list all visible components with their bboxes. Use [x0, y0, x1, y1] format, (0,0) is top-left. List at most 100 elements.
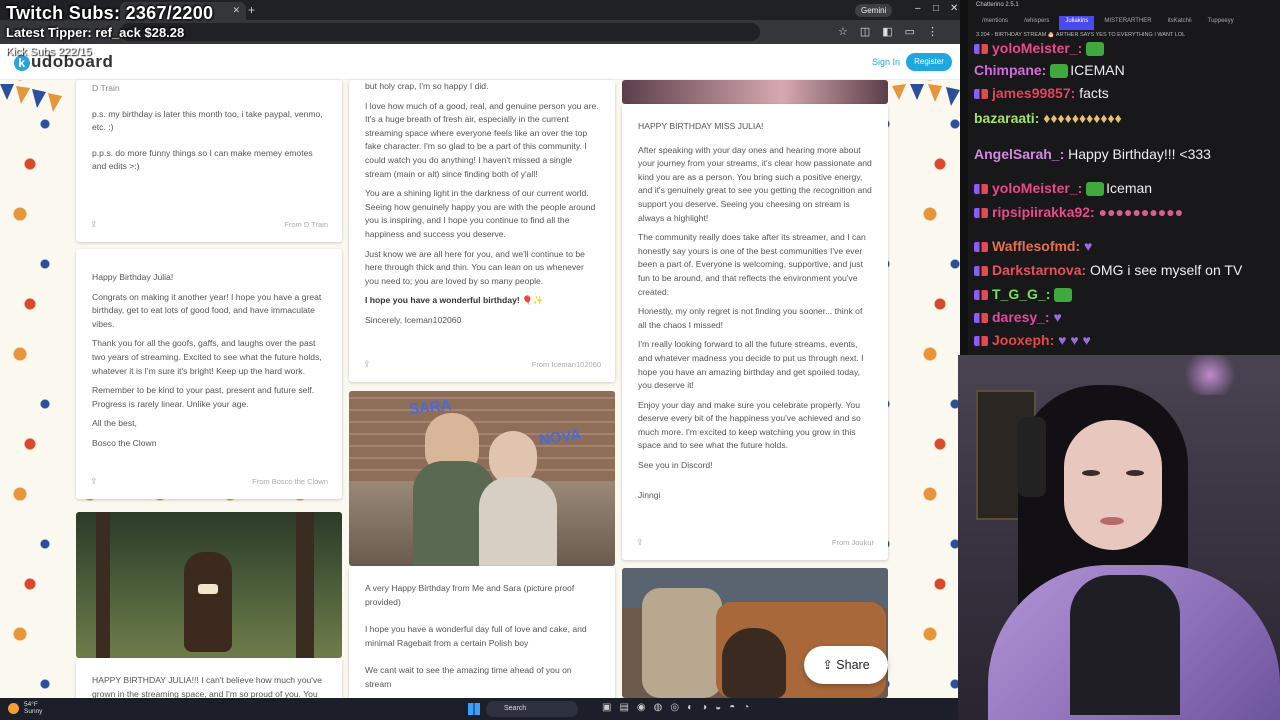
chat-username[interactable]: james99857:	[992, 85, 1075, 101]
register-button[interactable]: Register	[906, 53, 952, 71]
share-post-icon[interactable]: ⇪	[363, 358, 371, 372]
card-text: I love how much of a good, real, and gen…	[365, 100, 599, 179]
headset-icon	[1018, 417, 1046, 497]
chat-username[interactable]: T_G_G_:	[992, 286, 1050, 302]
weather-condition: Sunny	[24, 708, 43, 715]
chat-username[interactable]: Darkstarnova:	[992, 262, 1086, 278]
chat-username[interactable]: yoloMeister_:	[992, 40, 1082, 56]
card-text: The community really does take after its…	[638, 232, 866, 297]
card-text: Jinngi	[638, 489, 661, 500]
webcam-feed	[958, 355, 1280, 720]
maximize-button[interactable]: □	[933, 3, 939, 14]
w-emote-icon	[1050, 64, 1069, 79]
chat-username[interactable]: Jooxeph:	[992, 332, 1054, 348]
card-text: Honestly, my only regret is not finding …	[638, 306, 863, 330]
card-text: Just know we are all here for you, and w…	[365, 248, 585, 286]
card-text: I'm really looking forward to all the fu…	[638, 339, 864, 391]
chat-text: facts	[1079, 85, 1109, 101]
chat-tab[interactable]: /mentions	[976, 16, 1014, 30]
twitch-subs-goal: Twitch Subs: 2367/2200	[6, 3, 214, 23]
chat-message: yoloMeister_: Iceman	[974, 180, 1152, 197]
latest-tipper: Latest Tipper: ref_ack $28.28	[6, 25, 185, 40]
lamp-glow	[1180, 355, 1240, 395]
chat-username[interactable]: yoloMeister_:	[992, 180, 1082, 196]
streamer-lips	[1100, 517, 1124, 525]
chat-tabs: /mentions /whispers Juliakins MISTERARTH…	[976, 16, 1280, 30]
kudo-card-dtrain: D Train p.s. my birthday is later this m…	[76, 80, 342, 242]
chat-username[interactable]: ripsipiirakka92:	[992, 204, 1095, 220]
chat-message: Darkstarnova: OMG i see myself on TV	[974, 262, 1242, 278]
user-badges-icon	[974, 290, 988, 301]
chat-text: ICEMAN	[1070, 62, 1125, 78]
windows-start-icon[interactable]	[468, 703, 480, 715]
card-text: Enjoy your day and make sure you celebra…	[638, 399, 861, 451]
kudoboard-page: k udoboard Sign In Register D Train p.s. …	[0, 44, 960, 698]
kudo-card-bigfoot: HAPPY BIRTHDAY JULIA!!! I can't believe …	[76, 658, 342, 698]
weather-temp: 54°F	[24, 701, 38, 708]
chat-tab[interactable]: /whispers	[1018, 16, 1055, 30]
site-header: k udoboard Sign In Register	[0, 44, 960, 80]
new-tab-icon[interactable]: +	[248, 3, 255, 17]
user-badges-icon	[974, 208, 988, 219]
share-button[interactable]: ⇪ Share	[804, 646, 888, 684]
url-input[interactable]	[120, 23, 760, 41]
bigfoot-photo	[76, 512, 342, 658]
chat-panel: Chatterino 2.5.1 /mentions /whispers Jul…	[968, 0, 1280, 355]
weather-widget[interactable]: 54°F Sunny	[24, 701, 42, 715]
chat-message: Chimpane: ICEMAN	[974, 62, 1125, 79]
chat-username[interactable]: Wafflesofmd:	[992, 238, 1080, 254]
chat-tab[interactable]: itsKatchii	[1162, 16, 1198, 30]
kudo-card-bosco: Happy Birthday Julia! Congrats on making…	[76, 249, 342, 499]
chat-username[interactable]: daresy_:	[992, 309, 1050, 325]
close-tab-icon[interactable]: ✕	[232, 5, 240, 16]
dance-emotes-icon: ♦♦♦♦♦♦♦♦♦♦♦	[1043, 110, 1122, 126]
card-text: D Train	[92, 83, 120, 93]
card-text: HAPPY BIRTHDAY JULIA!!! I can't believe …	[92, 675, 323, 698]
chat-message: AngelSarah_: Happy Birthday!!! <333	[974, 146, 1211, 162]
chat-text: OMG i see myself on TV	[1090, 262, 1243, 278]
share-post-icon[interactable]: ⇪	[90, 475, 98, 489]
card-text: Happy Birthday Julia!	[92, 272, 174, 282]
chat-tab[interactable]: MISTERARTHER	[1098, 16, 1157, 30]
chat-tab-active[interactable]: Juliakins	[1059, 16, 1095, 30]
toolbar-icons[interactable]: ☆◫◧▭⋮	[838, 25, 950, 38]
streamer-eye	[1126, 470, 1144, 476]
card-from: From Bosco the Clown	[252, 477, 328, 487]
screen: ✕ + Gemini – □ ✕ ☆◫◧▭⋮ k udoboard Sign I…	[0, 0, 1280, 720]
card-text: After speaking with your day ones and he…	[638, 144, 872, 223]
share-post-icon[interactable]: ⇪	[90, 218, 98, 232]
card-from: From Iceman102060	[531, 360, 601, 370]
user-badges-icon	[974, 89, 988, 100]
taskbar-app-icons[interactable]: ▣▤◉◍◎◐◑◒◓◔	[602, 702, 757, 713]
card-text: I hope you have a wonderful birthday! 🎈✨	[365, 295, 544, 306]
card-text: but holy crap, I'm so happy I did.	[365, 81, 489, 91]
chat-username[interactable]: Chimpane:	[974, 62, 1046, 78]
close-window-button[interactable]: ✕	[950, 3, 958, 14]
card-text: A very Happy Birthday from Me and Sara (…	[365, 583, 575, 607]
windows-taskbar: 54°F Sunny Search ▣▤◉◍◎◐◑◒◓◔	[0, 698, 960, 720]
share-post-icon[interactable]: ⇪	[636, 536, 644, 550]
chat-message: Jooxeph: ♥ ♥ ♥	[974, 332, 1091, 348]
card-text: Bosco the Clown	[92, 437, 157, 448]
chat-username[interactable]: bazaraati:	[974, 110, 1039, 126]
share-label: Share	[836, 658, 870, 672]
chat-message: ripsipiirakka92: ●●●●●●●●●●	[974, 204, 1183, 220]
card-from: From Joukur	[831, 538, 874, 548]
heart-emote-icon: ♥	[1084, 238, 1093, 254]
card-from: From D Train	[284, 220, 328, 230]
share-icon: ⇪	[822, 658, 837, 672]
chat-tab[interactable]: Tuppeeyy	[1202, 16, 1240, 30]
minimize-button[interactable]: –	[915, 3, 921, 14]
chat-username[interactable]: AngelSarah_:	[974, 146, 1064, 162]
chat-message: bazaraati: ♦♦♦♦♦♦♦♦♦♦♦	[974, 110, 1122, 126]
card-text: See you in Discord!	[638, 460, 713, 471]
user-badges-icon	[974, 336, 988, 347]
signin-link[interactable]: Sign In	[872, 57, 900, 67]
gemini-button[interactable]: Gemini	[855, 4, 893, 17]
browser-window: ✕ + Gemini – □ ✕ ☆◫◧▭⋮ k udoboard Sign I…	[0, 0, 960, 698]
streamer-shirt	[1070, 575, 1180, 715]
chat-text: Happy Birthday!!! <333	[1068, 146, 1211, 162]
taskbar-search[interactable]: Search	[486, 701, 578, 717]
card-text: I hope you have a wonderful day full of …	[365, 624, 587, 648]
kick-subs-goal: Kick Subs 222/15	[6, 46, 92, 58]
